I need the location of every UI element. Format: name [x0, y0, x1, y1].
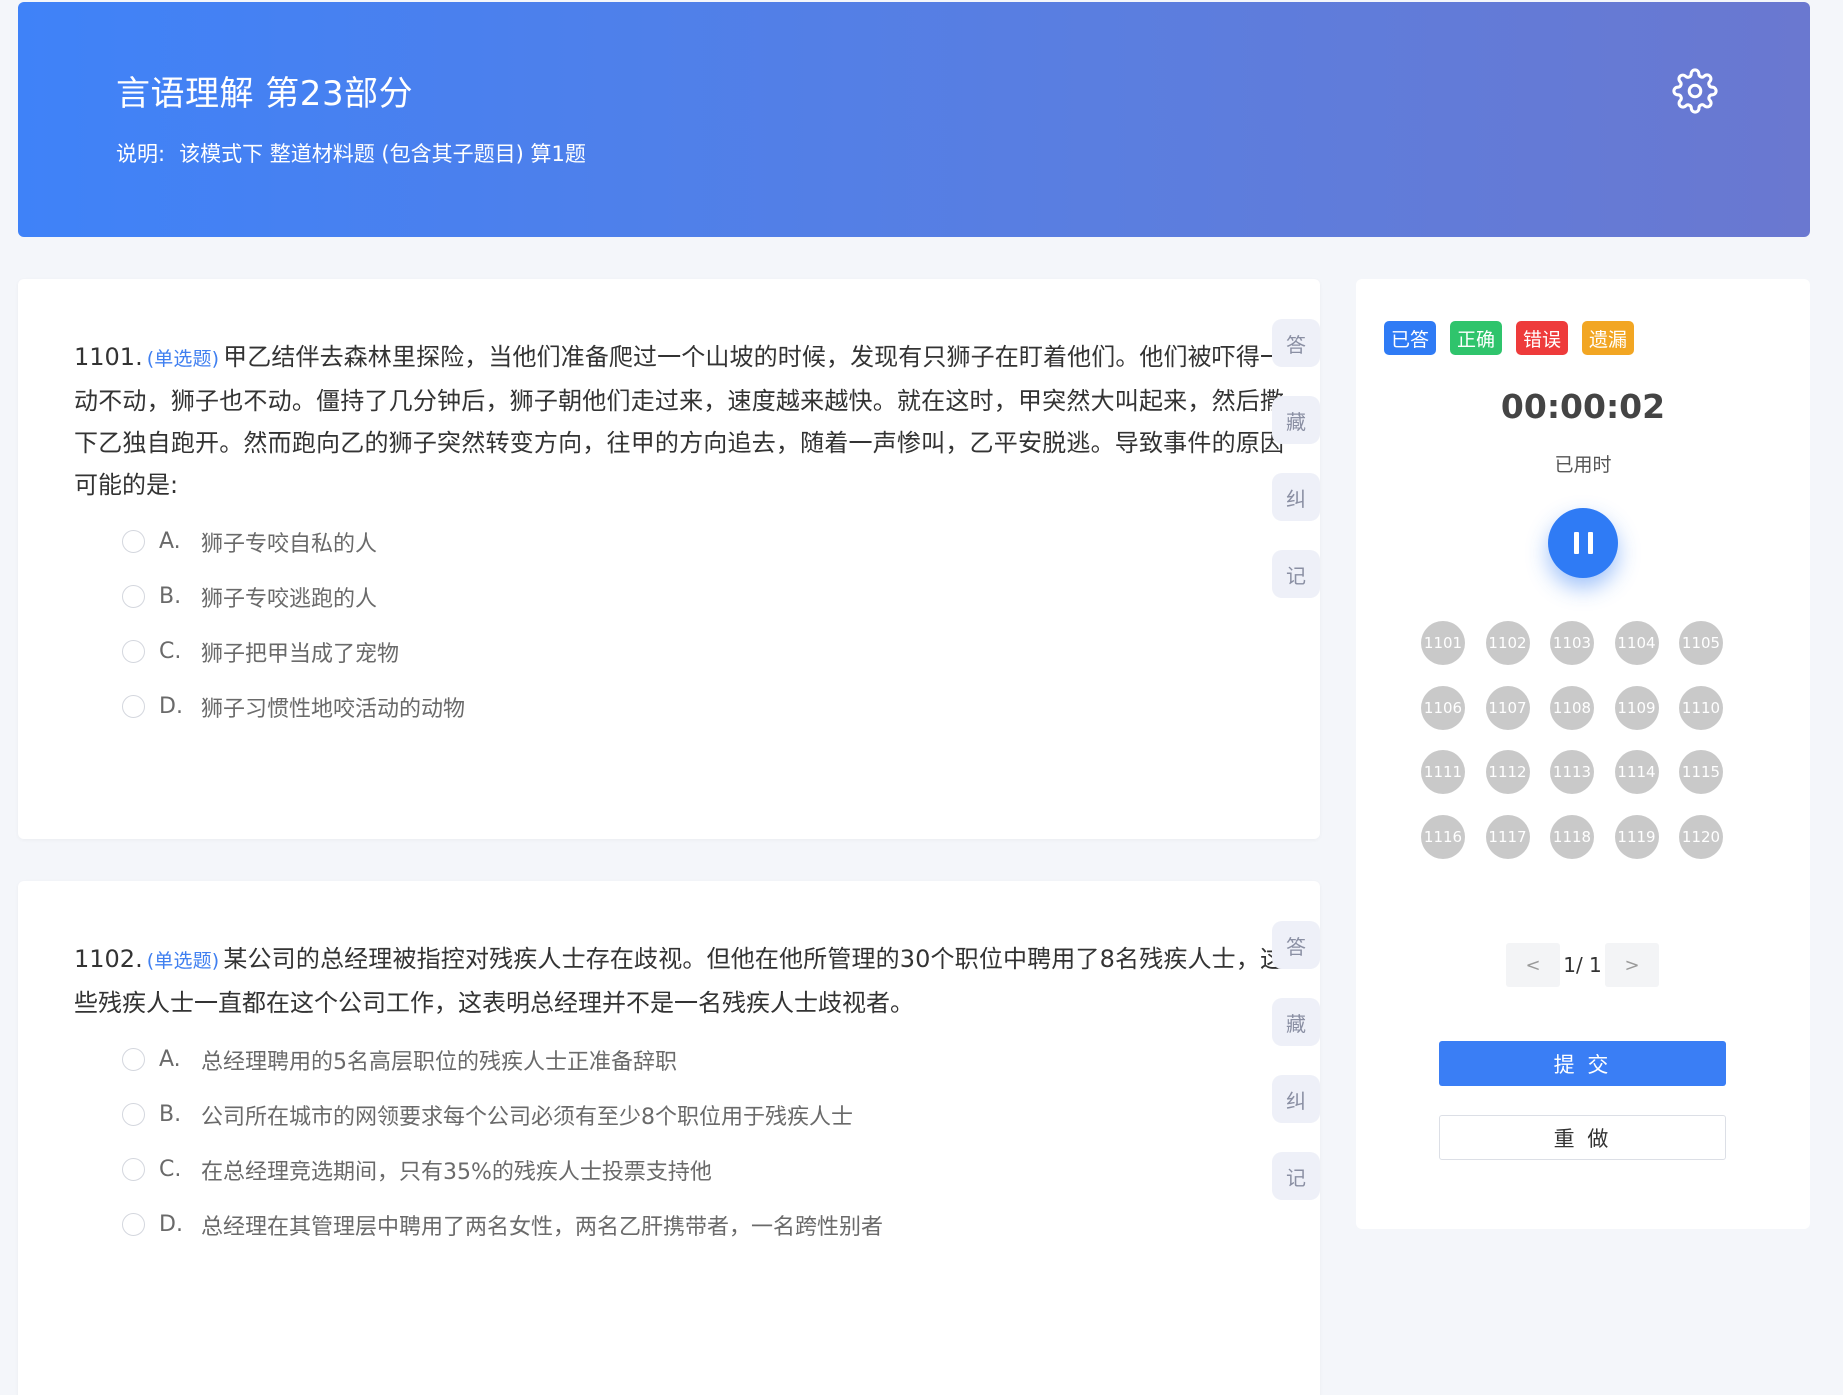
option-letter: C.: [159, 1157, 182, 1182]
question-number-circle[interactable]: 1112: [1485, 750, 1530, 794]
question-number-circle[interactable]: 1109: [1614, 685, 1659, 730]
radio-icon[interactable]: [122, 530, 145, 553]
question-number-circle[interactable]: 1120: [1679, 814, 1723, 859]
answer-button[interactable]: 答: [1272, 921, 1320, 969]
radio-icon[interactable]: [122, 1158, 145, 1181]
pause-icon: [1587, 532, 1593, 554]
option-text: 狮子专咬逃跑的人: [201, 586, 378, 612]
header-banner: 言语理解 第23部分 说明: 该模式下 整道材料题 (包含其子题目) 算1题: [18, 2, 1810, 237]
option-text: 总经理聘用的5名高层职位的残疾人士正准备辞职: [201, 1049, 677, 1075]
question-number-circle[interactable]: 1101: [1421, 621, 1465, 665]
question-number-circle[interactable]: 1117: [1485, 814, 1530, 859]
report-error-button[interactable]: 纠: [1272, 1075, 1320, 1123]
question-type: (单选题): [146, 348, 219, 370]
question-number-grid: 1101 1102 1103 1104 1105 1106 1107 1108 1109 1110…: [1421, 621, 1739, 859]
next-page-button[interactable]: >: [1605, 943, 1659, 987]
question-text: 1102. (单选题) 某公司的总经理被指控对残疾人士存在歧视。但他在他所管理的30…: [74, 938, 1284, 1024]
option-text: 狮子把甲当成了宠物: [201, 641, 400, 667]
question-type: (单选题): [146, 950, 220, 972]
question-stem: 甲乙结伴去森林里探险，当他们准备爬过一个山坡的时候，发现有只狮子在盯着他们。他们…: [74, 343, 1284, 499]
question-actions: 答 藏 纠 记: [1272, 921, 1320, 1229]
question-number-circle[interactable]: 1103: [1550, 621, 1594, 665]
option-b[interactable]: B. 狮子专咬逃跑的人: [122, 583, 465, 612]
radio-icon[interactable]: [122, 585, 145, 608]
favorite-button[interactable]: 藏: [1272, 396, 1320, 444]
options-list: A. 总经理聘用的5名高层职位的残疾人士正准备辞职 B. 公司所在城市的网领要求每个…: [122, 1046, 883, 1266]
question-number-circle[interactable]: 1118: [1550, 814, 1594, 859]
redo-button[interactable]: 重 做: [1439, 1115, 1726, 1160]
description-label: 说明:: [116, 142, 166, 166]
question-number-circle[interactable]: 1110: [1679, 685, 1723, 730]
page-title: 言语理解 第23部分: [116, 74, 414, 114]
gear-icon[interactable]: [1672, 68, 1718, 114]
option-letter: B.: [159, 1102, 182, 1127]
timer-label: 已用时: [1554, 454, 1612, 476]
option-letter: D.: [159, 694, 183, 719]
option-text: 在总经理竞选期间，只有35%的残疾人士投票支持他: [201, 1159, 712, 1185]
question-number-circle[interactable]: 1108: [1550, 685, 1594, 730]
question-number-circle[interactable]: 1119: [1614, 814, 1659, 859]
radio-icon[interactable]: [122, 1103, 145, 1126]
prev-page-button[interactable]: <: [1506, 943, 1560, 987]
question-card: 1101. (单选题) 甲乙结伴去森林里探险，当他们准备爬过一个山坡的时候，发现有只…: [18, 279, 1320, 839]
question-number-circle[interactable]: 1113: [1550, 750, 1594, 794]
option-c[interactable]: C. 狮子把甲当成了宠物: [122, 638, 465, 667]
question-number-circle[interactable]: 1102: [1485, 621, 1530, 665]
elapsed-timer: 00:00:02: [1500, 387, 1666, 426]
pagination: < 1/ 1 >: [1506, 943, 1659, 987]
status-legend: 已答 正确 错误 遗漏: [1384, 321, 1635, 355]
question-number: 1102.: [74, 945, 143, 973]
option-c[interactable]: C. 在总经理竞选期间，只有35%的残疾人士投票支持他: [122, 1156, 883, 1185]
question-text: 1101. (单选题) 甲乙结伴去森林里探险，当他们准备爬过一个山坡的时候，发现有只…: [74, 336, 1284, 506]
question-number-circle[interactable]: 1111: [1421, 750, 1465, 794]
option-d[interactable]: D. 总经理在其管理层中聘用了两名女性，两名乙肝携带者，一名跨性别者: [122, 1211, 884, 1240]
option-a[interactable]: A. 狮子专咬自私的人: [122, 528, 465, 557]
option-b[interactable]: B. 公司所在城市的网领要求每个公司必须有至少8个职位用于残疾人士: [122, 1101, 883, 1130]
favorite-button[interactable]: 藏: [1272, 998, 1320, 1046]
question-number-circle[interactable]: 1114: [1614, 750, 1659, 794]
radio-icon[interactable]: [122, 1213, 145, 1236]
option-text: 狮子专咬自私的人: [201, 531, 378, 557]
legend-correct: 正确: [1450, 321, 1503, 355]
radio-icon[interactable]: [122, 695, 145, 718]
mode-description: 说明: 该模式下 整道材料题 (包含其子题目) 算1题: [116, 138, 586, 168]
option-letter: A.: [159, 529, 181, 554]
answer-button[interactable]: 答: [1272, 319, 1320, 367]
description-text: 该模式下 整道材料题 (包含其子题目) 算1题: [179, 142, 586, 166]
note-button[interactable]: 记: [1272, 550, 1320, 598]
answer-sheet-panel: 已答 正确 错误 遗漏 00:00:02 已用时 1101 1102 1103 110…: [1356, 279, 1810, 1229]
option-text: 公司所在城市的网领要求每个公司必须有至少8个职位用于残疾人士: [201, 1104, 853, 1130]
legend-answered: 已答: [1384, 321, 1437, 355]
question-actions: 答 藏 纠 记: [1272, 319, 1320, 627]
radio-icon[interactable]: [122, 1048, 145, 1071]
question-number: 1101.: [74, 343, 143, 371]
question-stem: 某公司的总经理被指控对残疾人士存在歧视。但他在他所管理的30个职位中聘用了8名残…: [74, 945, 1284, 1017]
pause-button[interactable]: [1548, 508, 1618, 578]
legend-wrong: 错误: [1516, 321, 1569, 355]
option-text: 狮子习惯性地咬活动的动物: [201, 696, 466, 722]
question-number-circle[interactable]: 1105: [1679, 621, 1723, 665]
question-number-circle[interactable]: 1115: [1679, 750, 1723, 794]
report-error-button[interactable]: 纠: [1272, 473, 1320, 521]
option-a[interactable]: A. 总经理聘用的5名高层职位的残疾人士正准备辞职: [122, 1046, 883, 1075]
page-indicator: 1/ 1: [1563, 953, 1602, 977]
question-number-circle[interactable]: 1116: [1421, 814, 1465, 859]
question-number-circle[interactable]: 1104: [1614, 621, 1659, 665]
option-letter: A.: [159, 1047, 181, 1072]
radio-icon[interactable]: [122, 640, 145, 663]
question-number-circle[interactable]: 1107: [1485, 685, 1530, 730]
option-text: 总经理在其管理层中聘用了两名女性，两名乙肝携带者，一名跨性别者: [201, 1214, 884, 1240]
legend-missed: 遗漏: [1582, 321, 1635, 355]
pause-icon: [1573, 532, 1579, 554]
submit-button[interactable]: 提 交: [1439, 1041, 1726, 1086]
question-card: 1102. (单选题) 某公司的总经理被指控对残疾人士存在歧视。但他在他所管理的30…: [18, 881, 1320, 1395]
note-button[interactable]: 记: [1272, 1152, 1320, 1200]
option-letter: D.: [159, 1212, 183, 1237]
option-letter: B.: [159, 584, 182, 609]
question-number-circle[interactable]: 1106: [1421, 685, 1465, 730]
option-d[interactable]: D. 狮子习惯性地咬活动的动物: [122, 693, 466, 722]
option-letter: C.: [159, 639, 182, 664]
options-list: A. 狮子专咬自私的人 B. 狮子专咬逃跑的人 C. 狮子把甲当成了宠物 D. 狮子习惯…: [122, 528, 465, 748]
